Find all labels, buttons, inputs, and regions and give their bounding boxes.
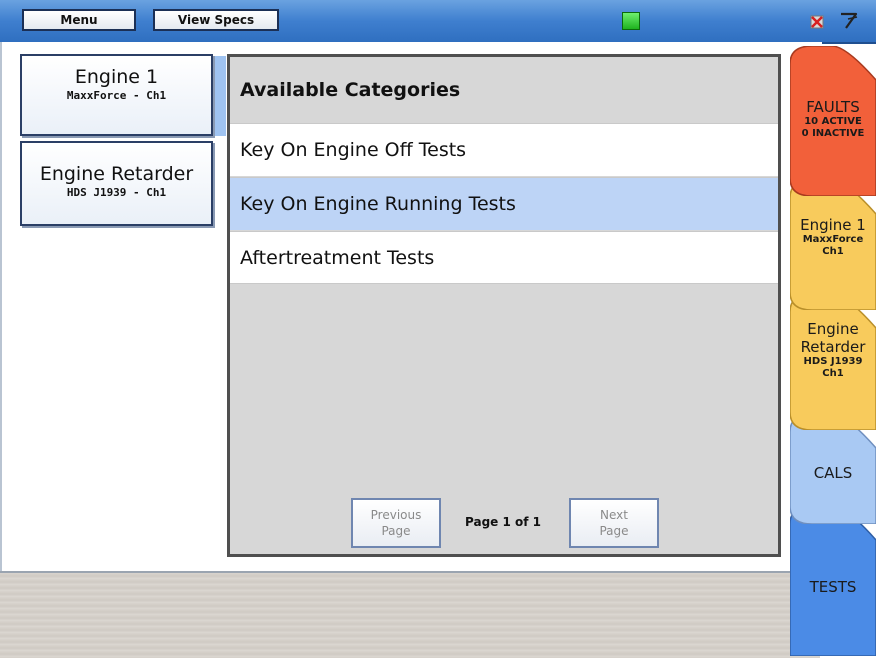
- tab-cals-label: CALS: [813, 464, 853, 482]
- next-page-button[interactable]: Next Page: [569, 498, 659, 548]
- category-item-key-on-engine-off[interactable]: Key On Engine Off Tests: [230, 123, 778, 176]
- tab-faults-label: FAULTS 10 ACTIVE 0 INACTIVE: [801, 98, 865, 139]
- view-specs-button[interactable]: View Specs: [153, 9, 279, 31]
- categories-panel: Available Categories Key On Engine Off T…: [227, 54, 781, 557]
- module-name: Engine 1: [74, 66, 159, 88]
- status-indicator: [622, 12, 640, 30]
- tab-engine-retarder-label: Engine Retarder HDS J1939 Ch1: [800, 320, 866, 379]
- bottom-strip: [0, 571, 820, 658]
- close-icon[interactable]: [806, 10, 828, 32]
- top-toolbar: Menu View Specs: [0, 0, 876, 44]
- module-engine-retarder[interactable]: Engine Retarder HDS J1939 - Ch1: [20, 141, 213, 226]
- tab-faults[interactable]: FAULTS 10 ACTIVE 0 INACTIVE: [790, 46, 876, 196]
- tab-engine-1-label: Engine 1 MaxxForce Ch1: [800, 216, 866, 257]
- module-detail: HDS J1939 - Ch1: [66, 186, 167, 199]
- tab-cals[interactable]: CALS: [790, 414, 876, 524]
- previous-page-button[interactable]: Previous Page: [351, 498, 441, 548]
- tab-tests-label: TESTS: [809, 578, 857, 596]
- tab-engine-1[interactable]: Engine 1 MaxxForce Ch1: [790, 180, 876, 310]
- tab-engine-retarder[interactable]: Engine Retarder HDS J1939 Ch1: [790, 294, 876, 430]
- module-engine-1[interactable]: Engine 1 MaxxForce - Ch1: [20, 54, 213, 136]
- wrench-icon[interactable]: [838, 10, 860, 32]
- page-indicator: Page 1 of 1: [465, 515, 541, 529]
- menu-button[interactable]: Menu: [22, 9, 136, 31]
- categories-title: Available Categories: [240, 79, 461, 101]
- category-item-key-on-engine-running[interactable]: Key On Engine Running Tests: [230, 177, 778, 230]
- tab-tests[interactable]: TESTS: [790, 506, 876, 656]
- module-detail: MaxxForce - Ch1: [66, 89, 167, 102]
- selection-accent: [212, 56, 226, 136]
- module-name: Engine Retarder: [39, 163, 194, 185]
- category-item-aftertreatment[interactable]: Aftertreatment Tests: [230, 231, 778, 284]
